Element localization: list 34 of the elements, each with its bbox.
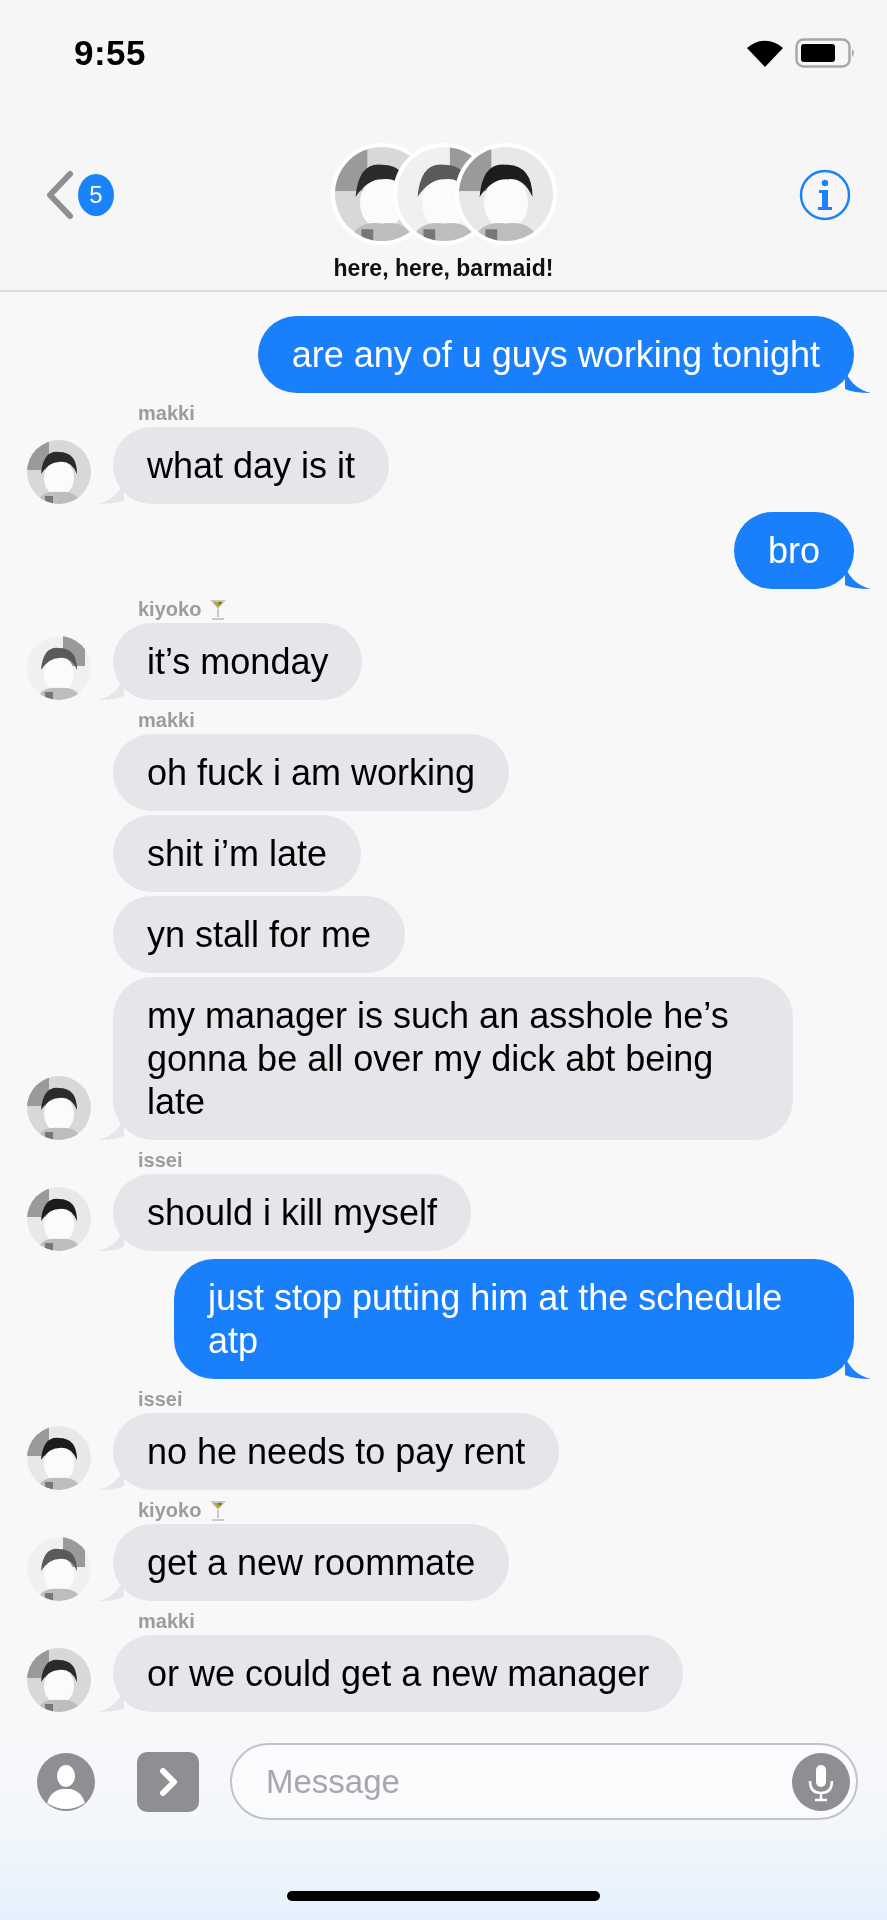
- message-field[interactable]: Message: [230, 1743, 858, 1820]
- conversation-title: here, here, barmaid!: [333, 255, 554, 282]
- message-bubble: no he needs to pay rent: [113, 1413, 560, 1490]
- message-bubble: bro: [733, 512, 854, 589]
- sender-name: issei: [138, 1148, 183, 1172]
- cocktail-icon: [209, 1499, 228, 1521]
- status-time: 9:55: [74, 33, 147, 73]
- apps-icon[interactable]: [137, 1751, 199, 1812]
- sender-name: makki: [138, 1609, 195, 1633]
- message-bubble: should i kill myself: [113, 1174, 472, 1251]
- contact-icon[interactable]: [37, 1752, 95, 1811]
- message-bubble: my manager is such an asshole he’s gonna be all over my dick abt being late: [113, 977, 793, 1140]
- message-bubble: shit i’m late: [113, 815, 362, 892]
- message-bubble: are any of u guys working tonight: [257, 316, 854, 393]
- microphone-icon[interactable]: [792, 1752, 850, 1811]
- message-bubble: yn stall for me: [113, 896, 406, 973]
- message-bubble: oh fuck i am working: [113, 734, 510, 811]
- wifi-icon: [745, 38, 785, 68]
- message-input[interactable]: Message: [264, 1761, 792, 1802]
- message-bubble: or we could get a new manager: [113, 1635, 684, 1712]
- sender-name: makki: [138, 401, 195, 425]
- sender-name: issei: [138, 1387, 183, 1411]
- info-icon[interactable]: [799, 169, 851, 221]
- sender-name: makki: [138, 708, 195, 732]
- message-bubble: get a new roommate: [113, 1524, 510, 1601]
- battery-icon: [795, 38, 857, 68]
- cocktail-icon: [209, 598, 228, 620]
- unread-badge: 5: [78, 174, 114, 216]
- message-bubble: it’s monday: [113, 623, 363, 700]
- sender-name: kiyoko: [138, 1498, 202, 1522]
- back-icon[interactable]: [44, 170, 74, 220]
- sender-name: kiyoko: [138, 597, 202, 621]
- message-bubble: just stop putting him at the schedule atp: [174, 1259, 854, 1379]
- message-bubble: what day is it: [113, 427, 390, 504]
